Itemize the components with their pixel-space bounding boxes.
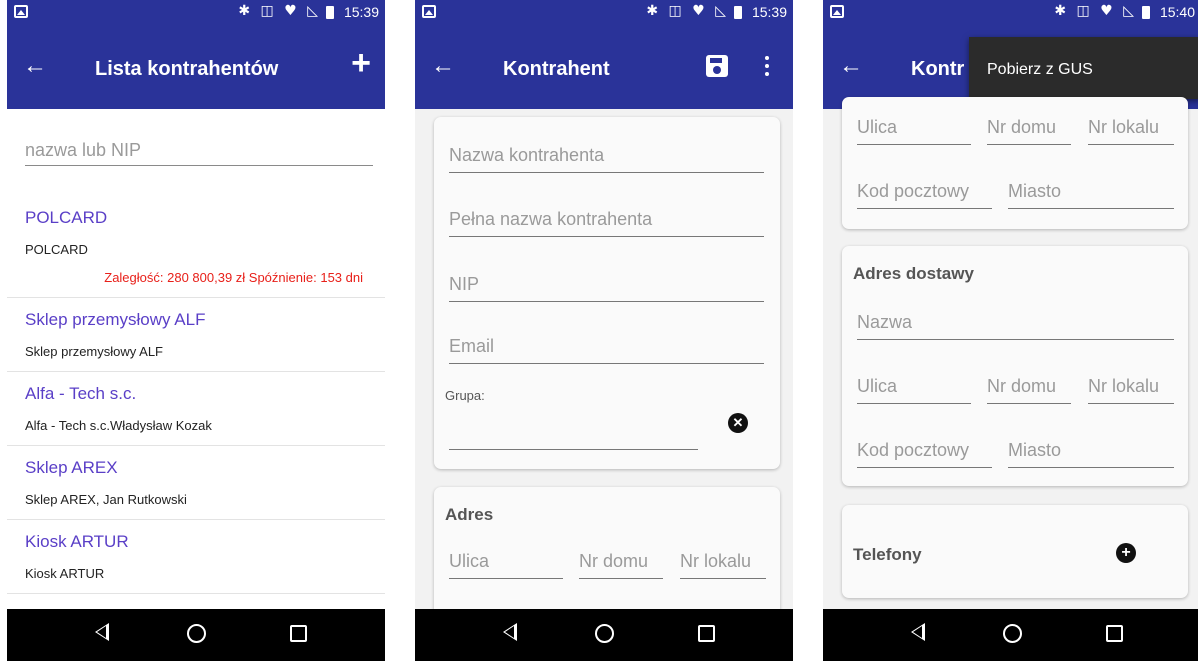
street-field[interactable]: Ulica — [449, 551, 563, 579]
status-bar: ✱ ◫ ♥ ◺ 15:39 — [7, 0, 385, 24]
more-vert-icon[interactable] — [765, 56, 769, 76]
image-notification-icon — [14, 5, 28, 18]
app-bar: ← Lista kontrahentów + — [7, 24, 385, 109]
delivery-address-heading: Adres dostawy — [853, 264, 974, 283]
contractor-subtitle: POLCARD — [25, 242, 88, 257]
save-icon[interactable] — [706, 55, 728, 77]
status-bar: ✱ ◫ ♥ ◺ 15:40 — [823, 0, 1198, 24]
contractor-name: Alfa - Tech s.c. — [25, 384, 137, 403]
battery-icon — [326, 6, 334, 19]
delivery-street-field[interactable]: Ulica — [857, 376, 971, 404]
delivery-name-field[interactable]: Nazwa — [857, 312, 1174, 340]
status-icons: ✱ ◫ ♥ ◺ — [646, 3, 729, 19]
status-time: 15:40 — [1159, 4, 1195, 20]
app-bar: ← Kontrahent — [415, 24, 793, 109]
nav-home-icon[interactable] — [187, 624, 206, 643]
contractor-subtitle: Alfa - Tech s.c.Władysław Kozak — [25, 418, 212, 433]
house-number-field[interactable]: Nr domu — [987, 117, 1071, 145]
contractor-subtitle: Sklep AREX, Jan Rutkowski — [25, 492, 187, 507]
page-title: Kontr — [911, 58, 965, 80]
screen-contractor-edit-menu: ✱ ◫ ♥ ◺ 15:40 ← Kontr Pobierz z GUS Ulic… — [823, 0, 1198, 661]
name-field[interactable]: Nazwa kontrahenta — [449, 145, 764, 173]
list-item[interactable]: Sklep przemysłowy ALF Sklep przemysłowy … — [7, 298, 385, 372]
postal-code-field[interactable]: Kod pocztowy — [857, 181, 992, 209]
address-card: Ulica Nr domu Nr lokalu Kod pocztowy Mia… — [842, 97, 1188, 229]
fetch-from-gus-menu-item[interactable]: Pobierz z GUS — [987, 61, 1093, 78]
nav-home-icon[interactable] — [1003, 624, 1022, 643]
page-title: Kontrahent — [503, 58, 610, 80]
delivery-city-field[interactable]: Miasto — [1008, 440, 1174, 468]
clear-icon[interactable]: ✕ — [728, 413, 748, 433]
overflow-menu: Pobierz z GUS — [969, 37, 1198, 99]
status-icons: ✱ ◫ ♥ ◺ — [1054, 3, 1137, 19]
contractor-name: Sklep przemysłowy ALF — [25, 310, 206, 329]
contractor-name: Sklep AREX — [25, 458, 118, 477]
image-notification-icon — [422, 5, 436, 18]
full-name-field[interactable]: Pełna nazwa kontrahenta — [449, 209, 764, 237]
nav-back-icon[interactable] — [911, 623, 925, 641]
city-field[interactable]: Miasto — [1008, 181, 1174, 209]
phones-heading: Telefony — [853, 545, 922, 564]
nav-recent-icon[interactable] — [1106, 625, 1123, 642]
nip-field[interactable]: NIP — [449, 274, 764, 302]
nav-back-icon[interactable] — [503, 623, 517, 641]
page-title: Lista kontrahentów — [95, 58, 279, 80]
status-time: 15:39 — [751, 4, 787, 20]
battery-icon — [734, 6, 742, 19]
nav-recent-icon[interactable] — [290, 625, 307, 642]
contractor-name: Kiosk ARTUR — [25, 532, 129, 551]
status-time: 15:39 — [343, 4, 379, 20]
group-select[interactable] — [449, 449, 698, 450]
screen-contractor-list: ✱ ◫ ♥ ◺ 15:39 ← Lista kontrahentów + POL… — [7, 0, 385, 661]
back-arrow-icon[interactable]: ← — [839, 54, 863, 78]
debt-alert: Zaległość: 280 800,39 zł Spóźnienie: 153… — [104, 270, 363, 285]
system-nav-bar — [7, 609, 385, 661]
group-label: Grupa: — [445, 388, 485, 403]
phones-card: Telefony + — [842, 505, 1188, 598]
nav-recent-icon[interactable] — [698, 625, 715, 642]
list-item[interactable]: Sklep AREX Sklep AREX, Jan Rutkowski — [7, 446, 385, 520]
delivery-apartment-number-field[interactable]: Nr lokalu — [1088, 376, 1174, 404]
delivery-address-card: Adres dostawy Nazwa Ulica Nr domu Nr lok… — [842, 246, 1188, 486]
battery-icon — [1142, 6, 1150, 19]
contractor-subtitle: Sklep przemysłowy ALF — [25, 344, 163, 359]
apartment-number-field[interactable]: Nr lokalu — [680, 551, 766, 579]
status-icons: ✱ ◫ ♥ ◺ — [238, 3, 321, 19]
image-notification-icon — [830, 5, 844, 18]
contractor-list: POLCARD POLCARD Zaległość: 280 800,39 zł… — [7, 196, 385, 594]
back-arrow-icon[interactable]: ← — [431, 54, 455, 78]
back-arrow-icon[interactable]: ← — [23, 54, 47, 78]
system-nav-bar — [823, 609, 1198, 661]
address-heading: Adres — [445, 505, 494, 524]
list-item[interactable]: POLCARD POLCARD Zaległość: 280 800,39 zł… — [7, 196, 385, 298]
contractor-name: POLCARD — [25, 208, 108, 227]
system-nav-bar — [415, 609, 793, 661]
nav-home-icon[interactable] — [595, 624, 614, 643]
apartment-number-field[interactable]: Nr lokalu — [1088, 117, 1174, 145]
add-circle-icon[interactable]: + — [1116, 543, 1136, 563]
delivery-house-number-field[interactable]: Nr domu — [987, 376, 1071, 404]
add-icon[interactable]: + — [351, 46, 371, 80]
search-input[interactable] — [25, 136, 373, 166]
email-field[interactable]: Email — [449, 336, 764, 364]
status-bar: ✱ ◫ ♥ ◺ 15:39 — [415, 0, 793, 24]
nav-back-icon[interactable] — [95, 623, 109, 641]
house-number-field[interactable]: Nr domu — [579, 551, 663, 579]
address-card: Adres Ulica Nr domu Nr lokalu — [434, 487, 780, 627]
list-item[interactable]: Alfa - Tech s.c. Alfa - Tech s.c.Władysł… — [7, 372, 385, 446]
delivery-postal-code-field[interactable]: Kod pocztowy — [857, 440, 992, 468]
street-field[interactable]: Ulica — [857, 117, 971, 145]
contractor-subtitle: Kiosk ARTUR — [25, 566, 105, 581]
list-item[interactable]: Kiosk ARTUR Kiosk ARTUR — [7, 520, 385, 594]
screen-contractor-edit: ✱ ◫ ♥ ◺ 15:39 ← Kontrahent Nazwa kontrah… — [415, 0, 793, 661]
basic-info-card: Nazwa kontrahenta Pełna nazwa kontrahent… — [434, 117, 780, 469]
